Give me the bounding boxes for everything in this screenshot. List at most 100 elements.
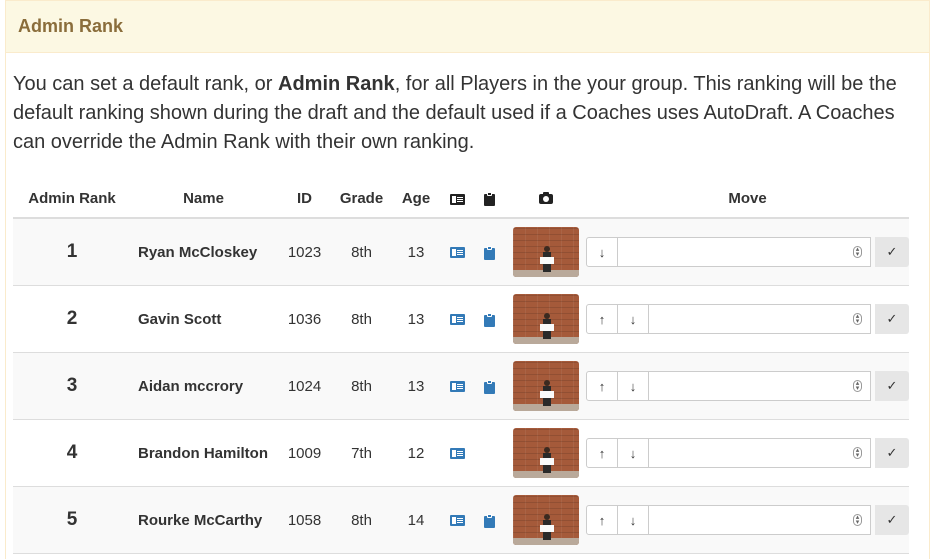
intro-text: You can set a default rank, or Admin Ran… [13, 70, 918, 157]
move-down-button[interactable]: ↓ [617, 505, 649, 535]
player-name: Aidan mccrory [131, 352, 276, 420]
col-header-clip [472, 180, 506, 219]
photo-cell [506, 486, 586, 554]
move-cell: ↑ ↓ ▴ ▾ ✓ [586, 285, 909, 353]
move-down-button[interactable]: ↓ [586, 237, 618, 267]
move-controls: ↑ ↓ ▴ ▾ ✓ [586, 505, 909, 535]
rank-select[interactable]: ▴ ▾ [649, 505, 871, 535]
player-age: 13 [390, 285, 442, 353]
move-up-button[interactable]: ↑ [586, 371, 618, 401]
move-up-button[interactable]: ↑ [586, 505, 618, 535]
move-cell: ↑ ↓ ▴ ▾ ✓ [586, 419, 909, 487]
table-row: 3 Aidan mccrory 1024 8th 13 ↑ ↓ ▴ ▾ ✓ [13, 352, 909, 420]
move-down-button[interactable]: ↓ [617, 438, 649, 468]
select-arrows-icon: ▴ ▾ [853, 246, 862, 258]
col-header-move: Move [586, 180, 909, 219]
player-name: Brandon Hamilton [131, 419, 276, 487]
col-header-photo [506, 180, 586, 219]
card-cell [442, 419, 472, 487]
table-row: 4 Brandon Hamilton 1009 7th 12 ↑ ↓ ▴ ▾ ✓ [13, 419, 909, 487]
player-age: 13 [390, 352, 442, 420]
clipboard-icon[interactable] [483, 245, 495, 260]
card-cell [442, 218, 472, 286]
photo-cell [506, 352, 586, 420]
select-arrows-icon: ▴ ▾ [853, 447, 862, 459]
col-header-age[interactable]: Age [390, 180, 442, 219]
move-down-button[interactable]: ↓ [617, 371, 649, 401]
clip-cell [472, 218, 506, 286]
rank-select[interactable]: ▴ ▾ [649, 304, 871, 334]
move-up-button[interactable]: ↑ [586, 438, 618, 468]
player-id: 1024 [276, 352, 333, 420]
move-controls: ↑ ↓ ▴ ▾ ✓ [586, 304, 909, 334]
player-id: 1058 [276, 486, 333, 554]
intro-bold: Admin Rank [278, 73, 395, 95]
clipboard-icon[interactable] [483, 513, 495, 528]
clip-cell [472, 285, 506, 353]
clipboard-icon[interactable] [483, 312, 495, 327]
player-id: 1023 [276, 218, 333, 286]
photo-cell [506, 218, 586, 286]
clip-cell [472, 486, 506, 554]
player-photo[interactable] [513, 361, 579, 411]
confirm-move-button[interactable]: ✓ [875, 371, 909, 401]
col-header-name[interactable]: Name [131, 180, 276, 219]
move-controls: ↓ ▴ ▾ ✓ [586, 237, 909, 267]
id-card-icon[interactable] [449, 515, 465, 527]
col-header-rank[interactable]: Admin Rank [13, 180, 131, 219]
rank-cell: 4 [13, 419, 131, 487]
player-grade: 8th [333, 352, 390, 420]
clipboard-icon [483, 192, 495, 207]
move-up-button[interactable]: ↑ [586, 304, 618, 334]
col-header-id[interactable]: ID [276, 180, 333, 219]
confirm-move-button[interactable]: ✓ [875, 438, 909, 468]
id-card-icon[interactable] [449, 247, 465, 259]
player-photo[interactable] [513, 495, 579, 545]
move-cell: ↑ ↓ ▴ ▾ ✓ [586, 486, 909, 554]
id-card-icon[interactable] [449, 381, 465, 393]
player-age: 14 [390, 486, 442, 554]
player-grade: 8th [333, 486, 390, 554]
rank-cell: 3 [13, 352, 131, 420]
table-row: 1 Ryan McCloskey 1023 8th 13 ↓ ▴ ▾ ✓ [13, 218, 909, 286]
select-arrows-icon: ▴ ▾ [853, 514, 862, 526]
clipboard-icon[interactable] [483, 379, 495, 394]
clip-cell [472, 352, 506, 420]
player-photo[interactable] [513, 428, 579, 478]
player-name: Ryan McCloskey [131, 218, 276, 286]
confirm-move-button[interactable]: ✓ [875, 237, 909, 267]
move-down-button[interactable]: ↓ [617, 304, 649, 334]
player-id: 1009 [276, 419, 333, 487]
table-row: 2 Gavin Scott 1036 8th 13 ↑ ↓ ▴ ▾ ✓ [13, 285, 909, 353]
camera-icon [539, 192, 553, 205]
confirm-move-button[interactable]: ✓ [875, 505, 909, 535]
rank-cell: 1 [13, 218, 131, 286]
move-controls: ↑ ↓ ▴ ▾ ✓ [586, 438, 909, 468]
player-name: Rourke McCarthy [131, 486, 276, 554]
table-header-row: Admin Rank Name ID Grade Age Move [13, 180, 909, 219]
id-card-icon[interactable] [449, 448, 465, 460]
move-cell: ↓ ▴ ▾ ✓ [586, 218, 909, 286]
rank-select[interactable]: ▴ ▾ [618, 237, 871, 267]
player-grade: 7th [333, 419, 390, 487]
card-cell [442, 352, 472, 420]
clip-cell [472, 419, 506, 487]
rank-cell: 2 [13, 285, 131, 353]
rank-cell: 5 [13, 486, 131, 554]
player-photo[interactable] [513, 294, 579, 344]
player-photo[interactable] [513, 227, 579, 277]
player-grade: 8th [333, 285, 390, 353]
col-header-grade[interactable]: Grade [333, 180, 390, 219]
move-controls: ↑ ↓ ▴ ▾ ✓ [586, 371, 909, 401]
rank-select[interactable]: ▴ ▾ [649, 371, 871, 401]
select-arrows-icon: ▴ ▾ [853, 313, 862, 325]
player-age: 12 [390, 419, 442, 487]
col-header-card [442, 180, 472, 219]
card-cell [442, 486, 472, 554]
rank-select[interactable]: ▴ ▾ [649, 438, 871, 468]
photo-cell [506, 285, 586, 353]
panel-title: Admin Rank [18, 16, 124, 36]
intro-before: You can set a default rank, or [13, 73, 278, 95]
id-card-icon[interactable] [449, 314, 465, 326]
confirm-move-button[interactable]: ✓ [875, 304, 909, 334]
